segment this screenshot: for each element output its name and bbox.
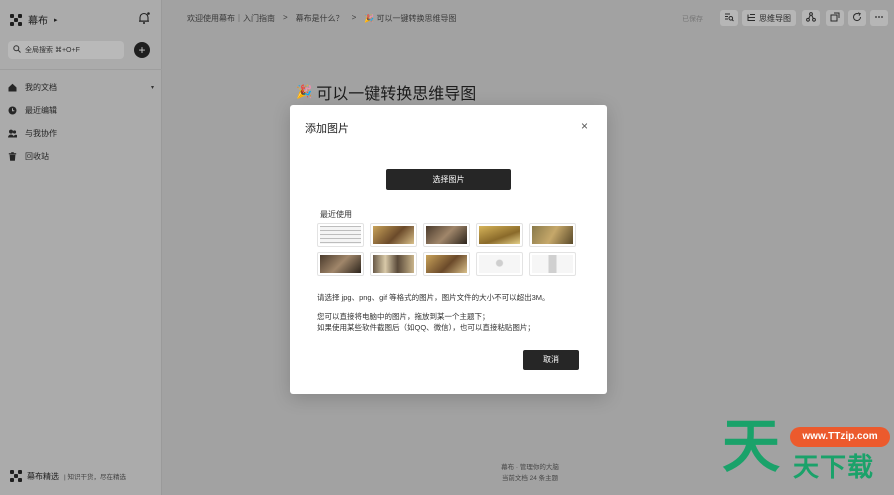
export-icon [830, 12, 840, 24]
top-bar: 欢迎使用幕布｜入门指南 > 幕布是什么？ > 🎉 可以一键转换思维导图 已保存 … [162, 0, 894, 36]
bell-icon[interactable] [137, 11, 151, 25]
mindmap-icon [747, 13, 756, 24]
dialog-title: 添加图片 [305, 123, 349, 135]
sidebar-item-label: 最近编辑 [25, 106, 57, 115]
more-icon [874, 12, 884, 24]
recent-image-thumbnail[interactable] [529, 223, 576, 247]
add-image-dialog: 添加图片 × 选择图片 最近使用 请选择 jpg、png、gif 等格式的图片，… [290, 105, 607, 394]
find-icon [724, 12, 734, 24]
brand[interactable]: 幕布 ▸ [10, 12, 58, 27]
close-icon[interactable]: × [581, 119, 588, 133]
recent-image-thumbnail[interactable] [370, 223, 417, 247]
choose-image-button[interactable]: 选择图片 [386, 169, 511, 190]
recent-image-thumbnail[interactable] [423, 252, 470, 276]
mindmap-label: 思维导图 [759, 13, 791, 23]
drag-hint-line: 您可以直接将电脑中的图片，拖放到某一个主题下； [317, 312, 490, 321]
export-button[interactable] [826, 10, 844, 26]
breadcrumb-item[interactable]: 欢迎使用幕布｜入门指南 [187, 13, 275, 24]
sidebar-item-trash[interactable]: 回收站 [8, 145, 154, 168]
status-topic-count: 当前文档 24 条主题 [501, 475, 559, 482]
more-button[interactable] [870, 10, 888, 26]
format-hint: 请选择 jpg、png、gif 等格式的图片，图片文件的大小不可以超出3M。 [317, 293, 550, 302]
document-status: 幕布 · 管理你的大脑 当前文档 24 条主题 [470, 462, 590, 484]
mubu-logo-icon [10, 470, 22, 482]
trash-icon [8, 152, 17, 161]
sidebar-item-label: 我的文档 [25, 83, 57, 92]
recent-image-thumbnail[interactable] [529, 252, 576, 276]
breadcrumb-separator: > [283, 13, 288, 22]
refresh-button[interactable] [848, 10, 866, 26]
add-document-button[interactable]: + [134, 42, 150, 58]
clock-icon [8, 106, 17, 115]
sidebar-divider [0, 69, 162, 70]
sidebar-nav: 我的文档 ▾ 最近编辑 与我协作 回收站 [8, 76, 154, 168]
global-search-input[interactable]: 全局搜索 ⌘+O+F [8, 41, 124, 59]
share-icon [806, 12, 816, 24]
page-title[interactable]: 🎉 可以一键转换思维导图 [296, 80, 476, 104]
search-icon [13, 45, 21, 55]
recent-image-thumbnail[interactable] [423, 223, 470, 247]
recent-image-thumbnail[interactable] [476, 223, 523, 247]
watermark-text: 天下载 [793, 452, 875, 482]
page-title-text: 可以一键转换思维导图 [316, 86, 477, 103]
featured-subtitle: | 知识干货，尽在精选 [64, 474, 126, 481]
search-doc-button[interactable] [720, 10, 738, 26]
refresh-icon [852, 12, 862, 24]
status-slogan: 幕布 · 管理你的大脑 [501, 464, 559, 471]
recent-image-thumbnail[interactable] [317, 223, 364, 247]
watermark-logo: 天 [722, 414, 781, 479]
people-icon [8, 129, 17, 138]
drag-hint: 您可以直接将电脑中的图片，拖放到某一个主题下； 如果使用某些软件截图后（如QQ、… [317, 311, 535, 333]
recent-image-thumbnail[interactable] [317, 252, 364, 276]
breadcrumb-item[interactable]: 幕布是什么？ [296, 13, 344, 24]
paste-hint-line: 如果使用某些软件截图后（如QQ、微信），也可以直接粘贴图片； [317, 323, 535, 332]
breadcrumb-separator: > [351, 13, 357, 22]
breadcrumb-item[interactable]: 🎉 可以一键转换思维导图 [364, 13, 456, 24]
featured-link[interactable]: 幕布精选 | 知识干货，尽在精选 [10, 470, 126, 482]
brand-caret-icon: ▸ [54, 16, 58, 24]
share-button[interactable] [802, 10, 820, 26]
home-icon [8, 83, 17, 92]
brand-name: 幕布 [28, 16, 48, 27]
save-status: 已保存 [682, 16, 703, 23]
sidebar: 幕布 ▸ 全局搜索 ⌘+O+F + 我的文档 ▾ 最近编辑 与我协作 回收站 幕… [0, 0, 162, 495]
mubu-logo-icon [10, 13, 22, 26]
featured-title: 幕布精选 [27, 471, 59, 481]
mindmap-button[interactable]: 思维导图 [742, 10, 796, 26]
recent-image-thumbnail[interactable] [476, 252, 523, 276]
watermark-url: www.TTzip.com [790, 427, 890, 447]
recent-image-thumbnail[interactable] [370, 252, 417, 276]
party-popper-icon: 🎉 [296, 84, 313, 99]
sidebar-item-label: 与我协作 [25, 129, 57, 138]
recent-images-grid [317, 223, 579, 276]
sidebar-item-my-docs[interactable]: 我的文档 ▾ [8, 76, 154, 99]
sidebar-item-collab[interactable]: 与我协作 [8, 122, 154, 145]
recent-label: 最近使用 [320, 210, 352, 219]
chevron-down-icon[interactable]: ▾ [151, 84, 154, 91]
breadcrumb: 欢迎使用幕布｜入门指南 > 幕布是什么？ > 🎉 可以一键转换思维导图 [187, 13, 457, 24]
cancel-button[interactable]: 取消 [523, 350, 579, 370]
search-placeholder: 全局搜索 ⌘+O+F [25, 47, 80, 54]
sidebar-item-recent[interactable]: 最近编辑 [8, 99, 154, 122]
sidebar-item-label: 回收站 [25, 152, 49, 161]
